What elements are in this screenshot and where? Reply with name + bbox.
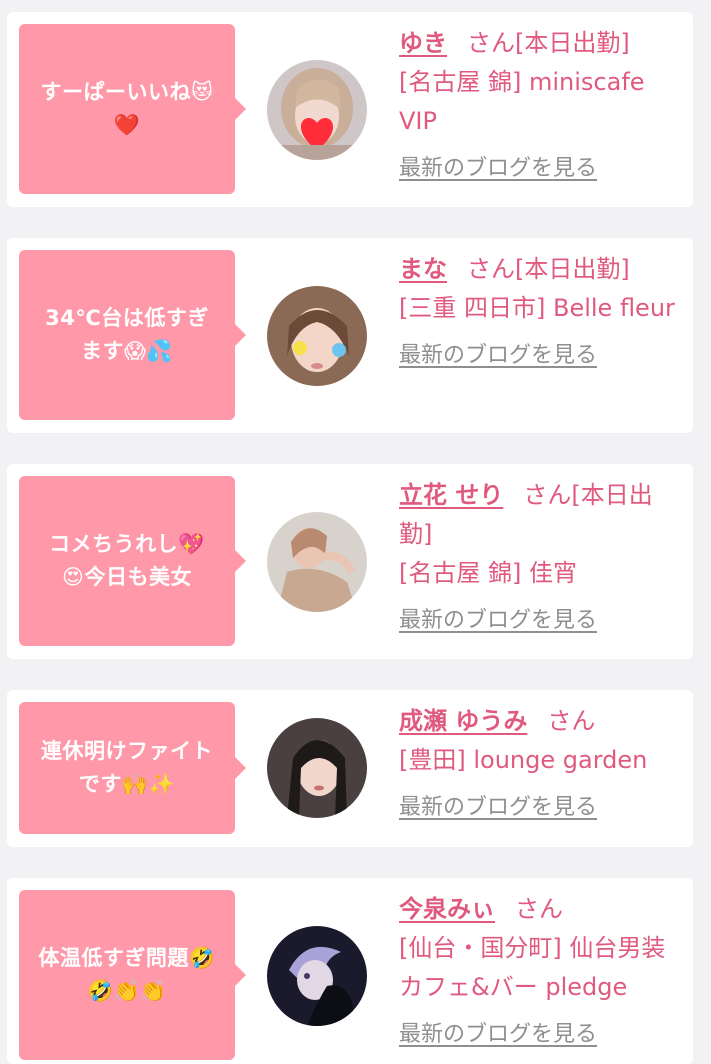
shop-label: [名古屋 錦] miniscafe VIP [399, 68, 645, 135]
latest-blog-link[interactable]: 最新のブログを見る [399, 149, 684, 188]
comment-bubble: コメちうれし💖 😍今日も美女 [19, 476, 246, 646]
avatar[interactable] [267, 286, 367, 386]
latest-blog-link[interactable]: 最新のブログを見る [399, 788, 684, 827]
shop-label: [仙台・国分町] 仙台男装カフェ&バー pledge [399, 934, 666, 1001]
profile-info: まな さん[本日出勤] [三重 四日市] Belle fleur 最新のブログを見… [399, 250, 684, 375]
comment-bubble: 体温低すぎ問題🤣 🤣👏👏 [19, 890, 246, 1060]
avatar-photo [267, 286, 367, 386]
comment-card: すーぱーいいね😻 ❤️ ゆき さん[本日出勤] [名古屋 錦] miniscafe… [7, 12, 693, 207]
comment-text: 連休明けファイト です🙌✨ [41, 739, 213, 796]
comment-card: 体温低すぎ問題🤣 🤣👏👏 今泉みぃ さん [仙台・国分町] 仙台男装カフェ&バー … [7, 878, 693, 1064]
name-suffix: さん[本日出勤] [467, 29, 630, 57]
avatar-photo [267, 926, 367, 1026]
comment-bubble: 34℃台は低すぎ ます😱💦 [19, 250, 246, 420]
girl-name-link[interactable]: ゆき [399, 29, 447, 57]
avatar-photo [267, 718, 367, 818]
comment-card: 連休明けファイト です🙌✨ 成瀬 ゆうみ さん [豊田] lounge garde… [7, 690, 693, 847]
comment-bubble: すーぱーいいね😻 ❤️ [19, 24, 246, 194]
avatar[interactable] [267, 926, 367, 1026]
comment-text: コメちうれし💖 😍今日も美女 [49, 532, 205, 589]
comment-text: すーぱーいいね😻 ❤️ [40, 80, 214, 137]
girl-name-link[interactable]: 立花 せり [399, 481, 503, 509]
latest-blog-link[interactable]: 最新のブログを見る [399, 336, 684, 375]
name-suffix: さん[本日出勤] [467, 255, 630, 283]
latest-blog-link[interactable]: 最新のブログを見る [399, 601, 684, 640]
profile-info: 今泉みぃ さん [仙台・国分町] 仙台男装カフェ&バー pledge 最新のブログ… [399, 890, 684, 1054]
shop-label: [三重 四日市] Belle fleur [399, 294, 675, 322]
comment-text: 体温低すぎ問題🤣 🤣👏👏 [38, 946, 216, 1003]
latest-blog-link[interactable]: 最新のブログを見る [399, 1015, 684, 1054]
shop-label: [名古屋 錦] 佳宵 [399, 559, 577, 587]
profile-info: ゆき さん[本日出勤] [名古屋 錦] miniscafe VIP 最新のブログを… [399, 24, 684, 188]
profile-info: 成瀬 ゆうみ さん [豊田] lounge garden 最新のブログを見る [399, 702, 684, 827]
girl-name-link[interactable]: まな [399, 255, 447, 283]
avatar[interactable] [267, 512, 367, 612]
comment-card: コメちうれし💖 😍今日も美女 立花 せり さん[本日出勤] [名古屋 錦] 佳宵 … [7, 464, 693, 659]
name-suffix: さん [547, 707, 596, 735]
avatar-photo [267, 60, 367, 160]
blog-comment-list: すーぱーいいね😻 ❤️ ゆき さん[本日出勤] [名古屋 錦] miniscafe… [0, 0, 711, 1064]
avatar[interactable] [267, 60, 367, 160]
comment-card: 34℃台は低すぎ ます😱💦 まな さん[本日出勤] [三重 四日市] Belle … [7, 238, 693, 433]
profile-info: 立花 せり さん[本日出勤] [名古屋 錦] 佳宵 最新のブログを見る [399, 476, 684, 640]
avatar[interactable] [267, 718, 367, 818]
girl-name-link[interactable]: 今泉みぃ [399, 895, 495, 923]
girl-name-link[interactable]: 成瀬 ゆうみ [399, 707, 527, 735]
avatar-photo [267, 512, 367, 612]
name-suffix: さん [515, 895, 563, 923]
comment-bubble: 連休明けファイト です🙌✨ [19, 702, 246, 834]
shop-label: [豊田] lounge garden [399, 746, 648, 774]
comment-text: 34℃台は低すぎ ます😱💦 [45, 306, 209, 363]
